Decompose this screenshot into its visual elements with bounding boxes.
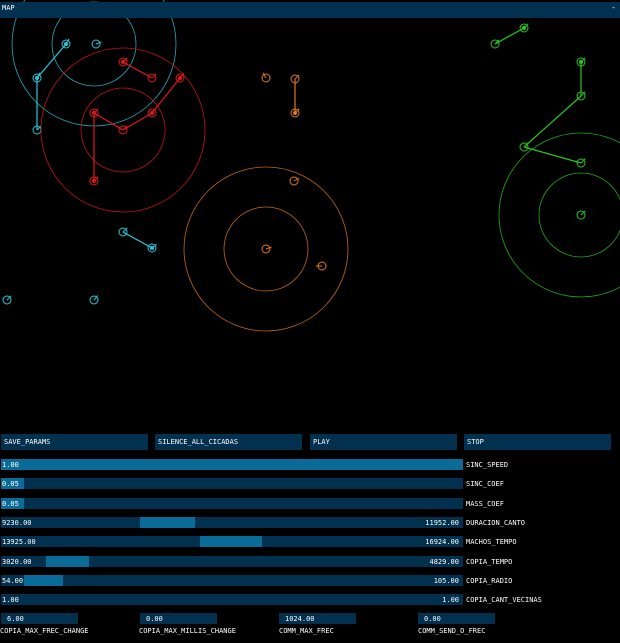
copia-max-frec-change-label: COPIA_MAX_FREC_CHANGE — [0, 627, 89, 635]
comm-send-o-frec-label: COMM_SEND_O_FREC — [418, 627, 486, 635]
copia-radio-slider-fill[interactable] — [24, 575, 64, 586]
stop-button[interactable]: STOP — [464, 434, 611, 450]
machos-tempo-slider[interactable]: 13925.00 16924.00 — [1, 536, 463, 547]
cicada-range-ring — [538, 172, 620, 258]
copia-tempo-max-value: 4829.00 — [429, 558, 459, 566]
window-title: MAP — [2, 4, 15, 12]
machos-tempo-min-value: 13925.00 — [2, 538, 36, 546]
copia-radio-min-value: 54.00 — [2, 577, 24, 585]
duracion-canto-label: DURACION_CANTO — [466, 519, 526, 527]
copia-tempo-slider-fill[interactable] — [45, 556, 89, 567]
copia-radio-label: COPIA_RADIO — [466, 577, 513, 585]
sinc-speed-slider[interactable]: 1.00 — [1, 459, 463, 470]
comm-max-frec-value: 1024.00 — [285, 615, 315, 623]
comm-send-o-frec-value: 0.00 — [424, 615, 441, 623]
cicada-heading — [265, 246, 272, 250]
sinc-coef-value: 0.05 — [2, 480, 19, 488]
mass-coef-value: 0.05 — [2, 500, 19, 508]
cicada-link — [36, 43, 67, 79]
copia-max-millis-change-input[interactable]: 0.00 — [140, 613, 217, 624]
sinc-speed-value: 1.00 — [2, 461, 19, 469]
minimize-icon[interactable]: - — [611, 3, 616, 12]
copia-max-millis-change-label: COPIA_MAX_MILLIS_CHANGE — [139, 627, 236, 635]
comm-max-frec-input[interactable]: 1024.00 — [279, 613, 356, 624]
save-params-button[interactable]: SAVE_PARAMS — [1, 434, 148, 450]
cicada-map[interactable] — [0, 0, 620, 430]
comm-max-frec-label: COMM_MAX_FREC — [279, 627, 334, 635]
copia-cant-vecinas-max-value: 1.00 — [442, 596, 459, 604]
machos-tempo-max-value: 16924.00 — [425, 538, 459, 546]
cicada-range-ring — [498, 132, 620, 298]
copia-tempo-label: COPIA_TEMPO — [466, 558, 513, 566]
copia-cant-vecinas-min-value: 1.00 — [2, 596, 19, 604]
sinc-coef-label: SINC_COEF — [466, 480, 504, 488]
mass-coef-label: MASS_COEF — [466, 500, 504, 508]
duracion-canto-slider[interactable]: 9230.00 11952.00 — [1, 517, 463, 528]
sinc-speed-slider-fill[interactable] — [1, 459, 463, 470]
sinc-speed-label: SINC_SPEED — [466, 461, 509, 469]
cicada-link — [122, 231, 153, 249]
copia-cant-vecinas-label: COPIA_CANT_VECINAS — [466, 596, 542, 604]
copia-tempo-min-value: 3020.00 — [2, 558, 32, 566]
machos-tempo-label: MACHOS_TEMPO — [466, 538, 517, 546]
copia-max-frec-change-value: 6.00 — [7, 615, 24, 623]
duracion-canto-max-value: 11952.00 — [425, 519, 459, 527]
map-title-bar[interactable]: MAP - — [0, 2, 620, 18]
copia-tempo-slider[interactable]: 3020.00 4829.00 — [1, 556, 463, 567]
copia-max-frec-change-input[interactable]: 6.00 — [1, 613, 78, 624]
cicada-link — [523, 146, 582, 164]
copia-cant-vecinas-slider[interactable]: 1.00 1.00 — [1, 594, 463, 605]
cicada-link — [494, 27, 525, 45]
sinc-coef-slider[interactable]: 0.05 — [1, 478, 463, 489]
cicada-link — [523, 95, 582, 148]
copia-max-millis-change-value: 0.00 — [146, 615, 163, 623]
copia-radio-max-value: 105.00 — [433, 577, 459, 585]
copia-radio-slider[interactable]: 54.00 105.00 — [1, 575, 463, 586]
cicada-heading — [95, 41, 102, 45]
play-button[interactable]: PLAY — [310, 434, 457, 450]
silence-all-cicadas-button[interactable]: SILENCE_ALL_CICADAS — [155, 434, 302, 450]
comm-send-o-frec-input[interactable]: 0.00 — [418, 613, 495, 624]
machos-tempo-slider-fill[interactable] — [199, 536, 263, 547]
mass-coef-slider[interactable]: 0.05 — [1, 498, 463, 509]
duracion-canto-min-value: 9230.00 — [2, 519, 32, 527]
cicada-link — [93, 112, 124, 131]
cicada-link — [122, 112, 153, 131]
duracion-canto-slider-fill[interactable] — [139, 517, 196, 528]
